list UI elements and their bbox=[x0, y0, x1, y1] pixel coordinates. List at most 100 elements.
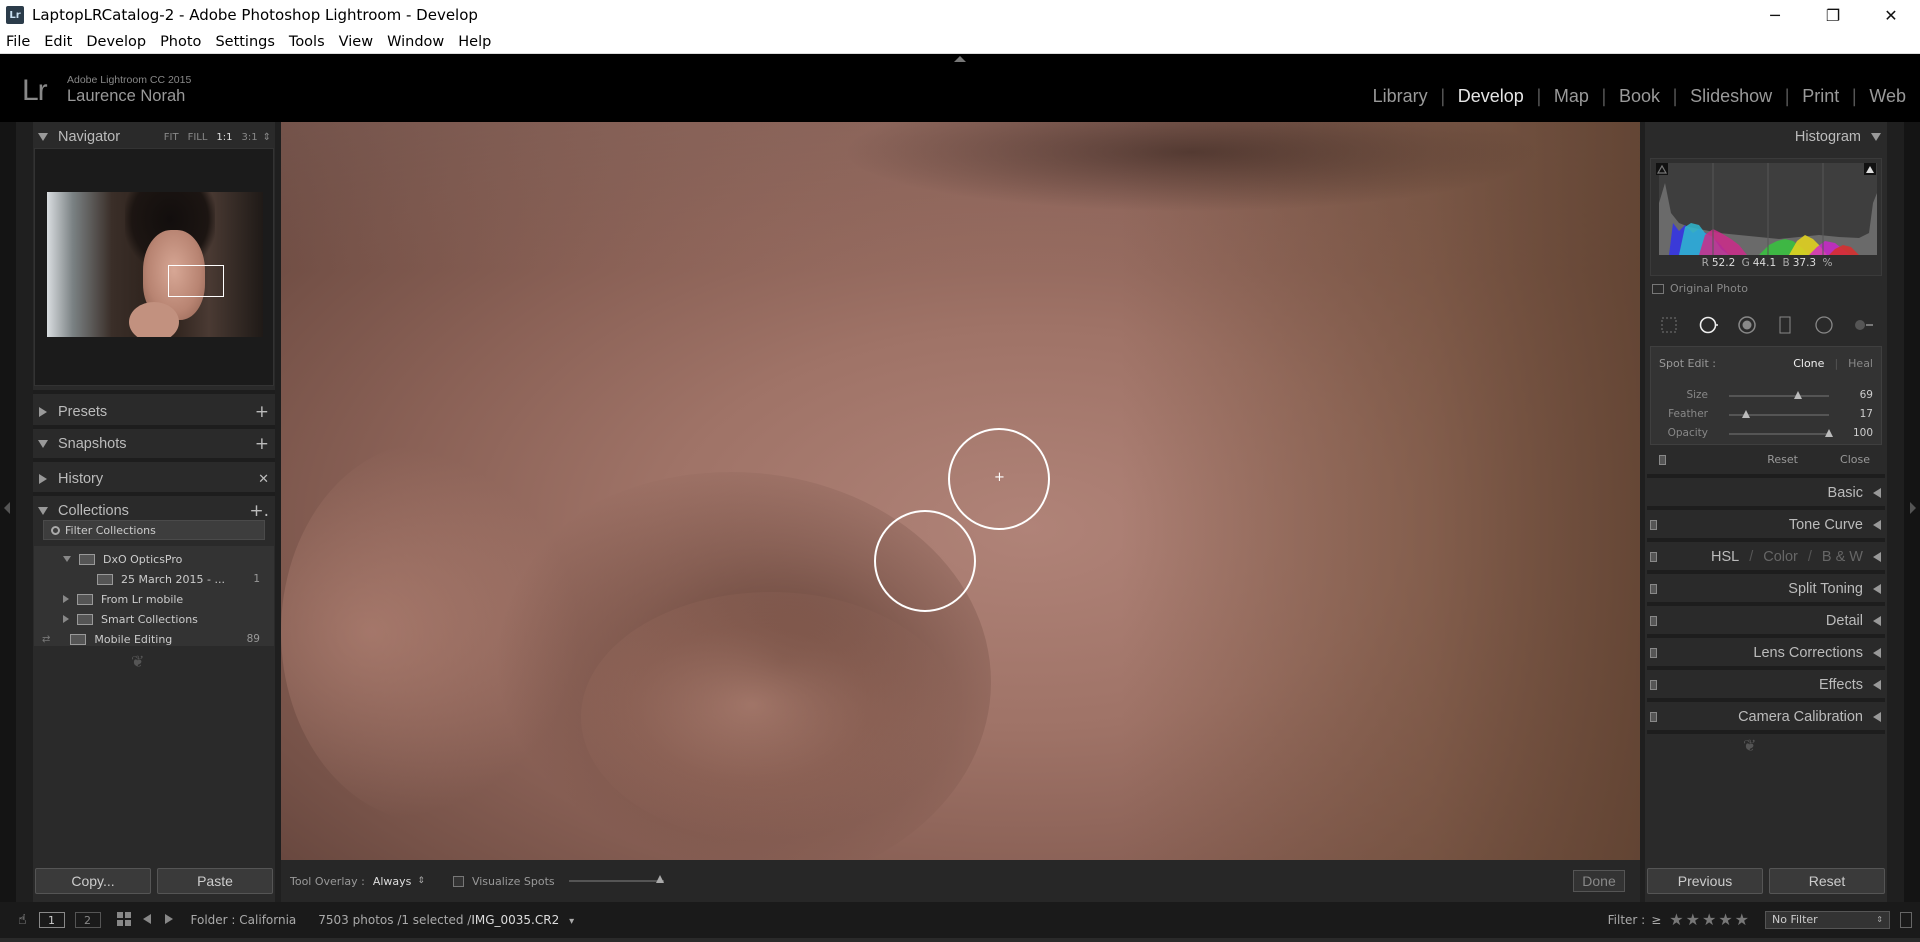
color-tab[interactable]: Color bbox=[1763, 549, 1798, 565]
split-toning-panel-header[interactable]: Split Toning bbox=[1645, 574, 1887, 604]
expand-down-icon[interactable] bbox=[38, 507, 48, 515]
panel-toggle-switch-icon[interactable] bbox=[1650, 552, 1657, 562]
panel-toggle-switch-icon[interactable] bbox=[1650, 712, 1657, 722]
panel-toggle-switch-icon[interactable] bbox=[1659, 455, 1666, 465]
snapshots-header[interactable]: Snapshots + bbox=[33, 429, 275, 459]
expand-left-icon[interactable] bbox=[1873, 648, 1881, 658]
navigator-thumbnail[interactable] bbox=[47, 192, 263, 337]
histogram-header[interactable]: Histogram bbox=[1645, 122, 1887, 152]
add-snapshot-icon[interactable]: + bbox=[255, 434, 269, 454]
menu-settings[interactable]: Settings bbox=[215, 34, 274, 50]
maximize-button[interactable]: ❐ bbox=[1804, 0, 1862, 30]
module-library[interactable]: Library bbox=[1373, 86, 1428, 107]
menu-photo[interactable]: Photo bbox=[160, 34, 201, 50]
next-photo-icon[interactable] bbox=[163, 913, 175, 928]
panel-toggle-switch-icon[interactable] bbox=[1650, 616, 1657, 626]
close-window-button[interactable]: ✕ bbox=[1862, 0, 1920, 30]
secondary-window-button[interactable]: 2 bbox=[74, 912, 101, 928]
menu-file[interactable]: File bbox=[6, 34, 30, 50]
lens-corrections-panel-header[interactable]: Lens Corrections bbox=[1645, 638, 1887, 668]
expand-left-icon[interactable] bbox=[1873, 616, 1881, 626]
zoom-fill[interactable]: FILL bbox=[188, 132, 208, 143]
menu-help[interactable]: Help bbox=[458, 34, 491, 50]
spot-reset-button[interactable]: Reset bbox=[1767, 453, 1798, 466]
expand-right-icon[interactable] bbox=[63, 595, 69, 603]
paste-settings-button[interactable]: Paste bbox=[157, 868, 273, 894]
photo-canvas[interactable]: + bbox=[281, 122, 1640, 860]
radial-filter-icon[interactable] bbox=[1814, 315, 1834, 335]
heal-mode-button[interactable]: Heal bbox=[1848, 357, 1873, 370]
clone-mode-button[interactable]: Clone bbox=[1793, 357, 1824, 370]
spot-removal-tool-icon[interactable] bbox=[1698, 315, 1718, 335]
panel-toggle-switch-icon[interactable] bbox=[1650, 648, 1657, 658]
expand-left-icon[interactable] bbox=[1873, 520, 1881, 530]
filmstrip-collapse-icon[interactable] bbox=[1900, 912, 1912, 928]
size-slider-track[interactable] bbox=[1729, 395, 1829, 397]
reset-button[interactable]: Reset bbox=[1769, 868, 1885, 894]
tool-overlay-select[interactable]: Always bbox=[373, 875, 412, 888]
expand-left-icon[interactable] bbox=[1873, 552, 1881, 562]
original-photo-toggle[interactable]: Original Photo bbox=[1652, 282, 1748, 295]
navigator-zoom-rectangle[interactable] bbox=[168, 265, 224, 297]
histogram-plot[interactable] bbox=[1659, 163, 1877, 255]
collection-set-smart-collections[interactable]: Smart Collections bbox=[34, 609, 274, 629]
collection-set-dxo[interactable]: DxO OpticsPro bbox=[34, 549, 274, 569]
star-rating-filter-icon[interactable]: ★★★★★ bbox=[1669, 910, 1751, 929]
visualize-threshold-slider[interactable] bbox=[569, 880, 664, 882]
graduated-filter-icon[interactable] bbox=[1775, 315, 1795, 335]
panel-toggle-switch-icon[interactable] bbox=[1650, 680, 1657, 690]
histogram[interactable]: R 52.2 G 44.1 B 37.3 % bbox=[1650, 158, 1882, 276]
grid-view-icon[interactable] bbox=[116, 911, 131, 929]
original-photo-checkbox[interactable] bbox=[1652, 283, 1664, 294]
hsl-panel-header[interactable]: HSL / Color / B & W bbox=[1645, 542, 1887, 572]
collapse-right-arrow-icon[interactable] bbox=[1910, 502, 1916, 514]
top-panel-collapse-icon[interactable] bbox=[954, 56, 966, 62]
tone-curve-panel-header[interactable]: Tone Curve bbox=[1645, 510, 1887, 540]
chevron-down-icon[interactable]: ▾ bbox=[569, 916, 574, 927]
collection-set-from-lr-mobile[interactable]: From Lr mobile bbox=[34, 589, 274, 609]
expand-left-icon[interactable] bbox=[1873, 712, 1881, 722]
feather-slider-thumb[interactable] bbox=[1742, 410, 1750, 418]
visualize-spots-checkbox[interactable] bbox=[452, 875, 464, 887]
opacity-value[interactable]: 100 bbox=[1853, 427, 1873, 439]
shadow-clipping-icon[interactable] bbox=[1656, 163, 1668, 175]
collection-mobile-editing[interactable]: ⇄ Mobile Editing 89 bbox=[34, 629, 274, 649]
opacity-slider-track[interactable] bbox=[1729, 433, 1829, 435]
module-map[interactable]: Map bbox=[1554, 86, 1589, 107]
rating-operator[interactable]: ≥ bbox=[1651, 913, 1661, 927]
right-panel-collapse-strip[interactable] bbox=[1904, 122, 1920, 902]
zoom-1-1[interactable]: 1:1 bbox=[216, 132, 232, 143]
filter-collections-input[interactable]: Filter Collections bbox=[43, 520, 265, 540]
main-window-button[interactable]: 1 bbox=[38, 912, 65, 928]
menu-edit[interactable]: Edit bbox=[44, 34, 72, 50]
opacity-slider-thumb[interactable] bbox=[1825, 429, 1833, 437]
red-eye-tool-icon[interactable] bbox=[1737, 315, 1757, 335]
camera-calibration-panel-header[interactable]: Camera Calibration bbox=[1645, 702, 1887, 732]
crop-tool-icon[interactable] bbox=[1659, 315, 1679, 335]
history-header[interactable]: History ✕ bbox=[33, 464, 275, 494]
detail-panel-header[interactable]: Detail bbox=[1645, 606, 1887, 636]
expand-down-icon[interactable] bbox=[38, 440, 48, 448]
expand-left-icon[interactable] bbox=[1873, 488, 1881, 498]
basic-panel-header[interactable]: Basic bbox=[1645, 478, 1887, 508]
copy-settings-button[interactable]: Copy... bbox=[35, 868, 151, 894]
previous-button[interactable]: Previous bbox=[1647, 868, 1763, 894]
size-slider-thumb[interactable] bbox=[1794, 391, 1802, 399]
navigator-preview[interactable] bbox=[34, 148, 274, 386]
expand-down-icon[interactable] bbox=[1871, 133, 1881, 141]
slider-thumb-icon[interactable] bbox=[656, 875, 664, 883]
collapse-left-arrow-icon[interactable] bbox=[4, 502, 10, 514]
zoom-stepper-icon[interactable]: ⇕ bbox=[263, 132, 271, 143]
hand-icon[interactable]: ☝ bbox=[18, 912, 27, 928]
panel-toggle-switch-icon[interactable] bbox=[1650, 520, 1657, 530]
menu-develop[interactable]: Develop bbox=[86, 34, 146, 50]
expand-down-icon[interactable] bbox=[63, 556, 71, 562]
adjustment-brush-icon[interactable] bbox=[1853, 315, 1873, 335]
module-book[interactable]: Book bbox=[1619, 86, 1660, 107]
clear-history-icon[interactable]: ✕ bbox=[258, 472, 269, 487]
add-collection-icon[interactable]: +. bbox=[249, 501, 269, 521]
module-develop[interactable]: Develop bbox=[1458, 86, 1524, 107]
bw-tab[interactable]: B & W bbox=[1822, 549, 1863, 565]
presets-header[interactable]: Presets + bbox=[33, 397, 275, 427]
panel-toggle-switch-icon[interactable] bbox=[1650, 584, 1657, 594]
